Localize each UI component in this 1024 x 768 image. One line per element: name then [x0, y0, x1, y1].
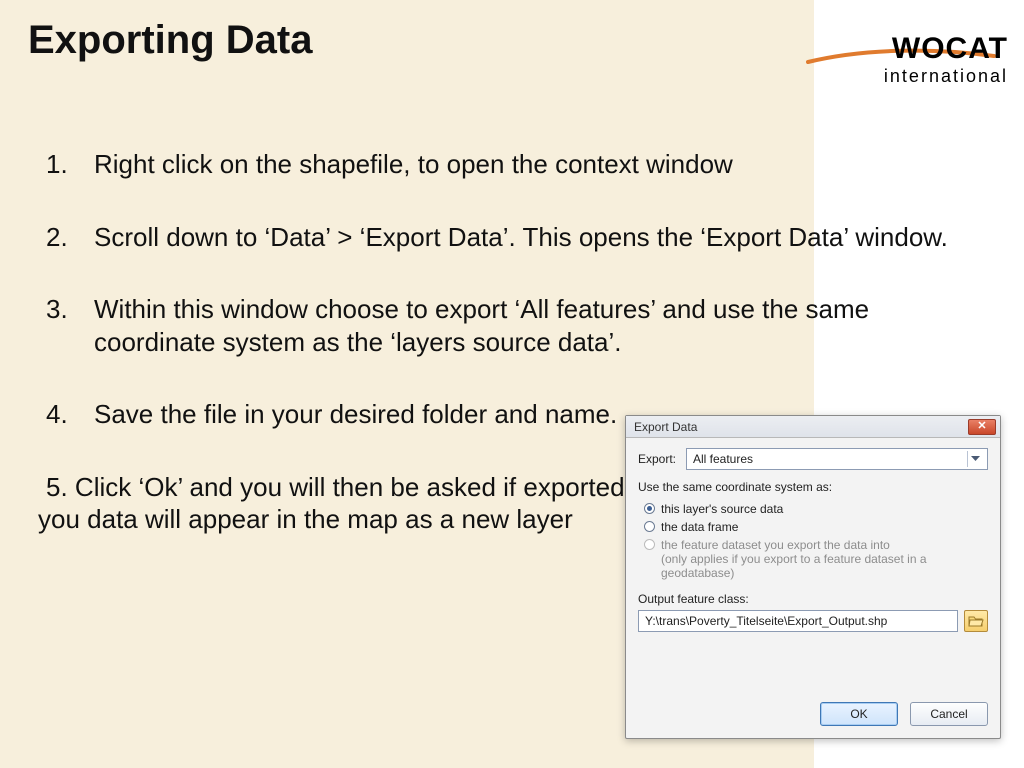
ok-label: OK — [850, 707, 867, 721]
coord-prompt: Use the same coordinate system as: — [638, 480, 988, 494]
step-number: 3. — [38, 293, 94, 358]
logo: WOCAT international — [818, 34, 1008, 87]
dialog-titlebar[interactable]: Export Data ✕ — [626, 416, 1000, 438]
dialog-spacer — [638, 632, 988, 684]
browse-button[interactable] — [964, 610, 988, 632]
dialog-title: Export Data — [634, 420, 697, 434]
output-row: Y:\trans\Poverty_Titelseite\Export_Outpu… — [638, 610, 988, 632]
radio-label: the feature dataset you export the data … — [661, 538, 988, 552]
export-label: Export: — [638, 452, 686, 466]
radio-label: this layer's source data — [661, 502, 783, 516]
radio-icon — [644, 503, 655, 514]
export-data-dialog: Export Data ✕ Export: All features Use t… — [625, 415, 1001, 739]
titlebar-controls: ✕ — [968, 419, 996, 435]
slide: Exporting Data WOCAT international 1. Ri… — [0, 0, 1024, 768]
close-icon: ✕ — [977, 421, 986, 432]
radio-feature-dataset: the feature dataset you export the data … — [638, 536, 988, 582]
step-2: 2. Scroll down to ‘Data’ > ‘Export Data’… — [38, 221, 978, 254]
output-label: Output feature class: — [638, 592, 988, 606]
dialog-body: Export: All features Use the same coordi… — [626, 438, 1000, 692]
radio-icon — [644, 539, 655, 550]
output-path-input[interactable]: Y:\trans\Poverty_Titelseite\Export_Outpu… — [638, 610, 958, 632]
output-path-value: Y:\trans\Poverty_Titelseite\Export_Outpu… — [645, 614, 887, 628]
step-number: 1. — [38, 148, 94, 181]
ok-button[interactable]: OK — [820, 702, 898, 726]
radio-data-frame[interactable]: the data frame — [638, 518, 988, 536]
slide-title: Exporting Data — [28, 18, 312, 63]
step-text: Right click on the shapefile, to open th… — [94, 148, 978, 181]
radio-label-note: (only applies if you export to a feature… — [661, 552, 988, 580]
step-1: 1. Right click on the shapefile, to open… — [38, 148, 978, 181]
radio-label: the data frame — [661, 520, 738, 534]
step-text: Scroll down to ‘Data’ > ‘Export Data’. T… — [94, 221, 978, 254]
export-row: Export: All features — [638, 448, 988, 470]
cancel-label: Cancel — [930, 707, 967, 721]
step-number: 4. — [38, 398, 94, 431]
radio-label-wrap: the feature dataset you export the data … — [661, 538, 988, 580]
radio-icon — [644, 521, 655, 532]
export-value: All features — [693, 452, 753, 466]
export-combobox[interactable]: All features — [686, 448, 988, 470]
logo-wordmark: WOCAT — [818, 34, 1008, 64]
step-number: 2. — [38, 221, 94, 254]
dialog-button-row: OK Cancel — [626, 692, 1000, 738]
chevron-down-icon — [967, 451, 983, 467]
step-number: 5. — [38, 472, 68, 502]
step-3: 3. Within this window choose to export ‘… — [38, 293, 978, 358]
cancel-button[interactable]: Cancel — [910, 702, 988, 726]
folder-open-icon — [968, 614, 984, 628]
close-button[interactable]: ✕ — [968, 419, 996, 435]
radio-source-data[interactable]: this layer's source data — [638, 500, 988, 518]
logo-subtext: international — [818, 66, 1008, 87]
step-text: Within this window choose to export ‘All… — [94, 293, 978, 358]
